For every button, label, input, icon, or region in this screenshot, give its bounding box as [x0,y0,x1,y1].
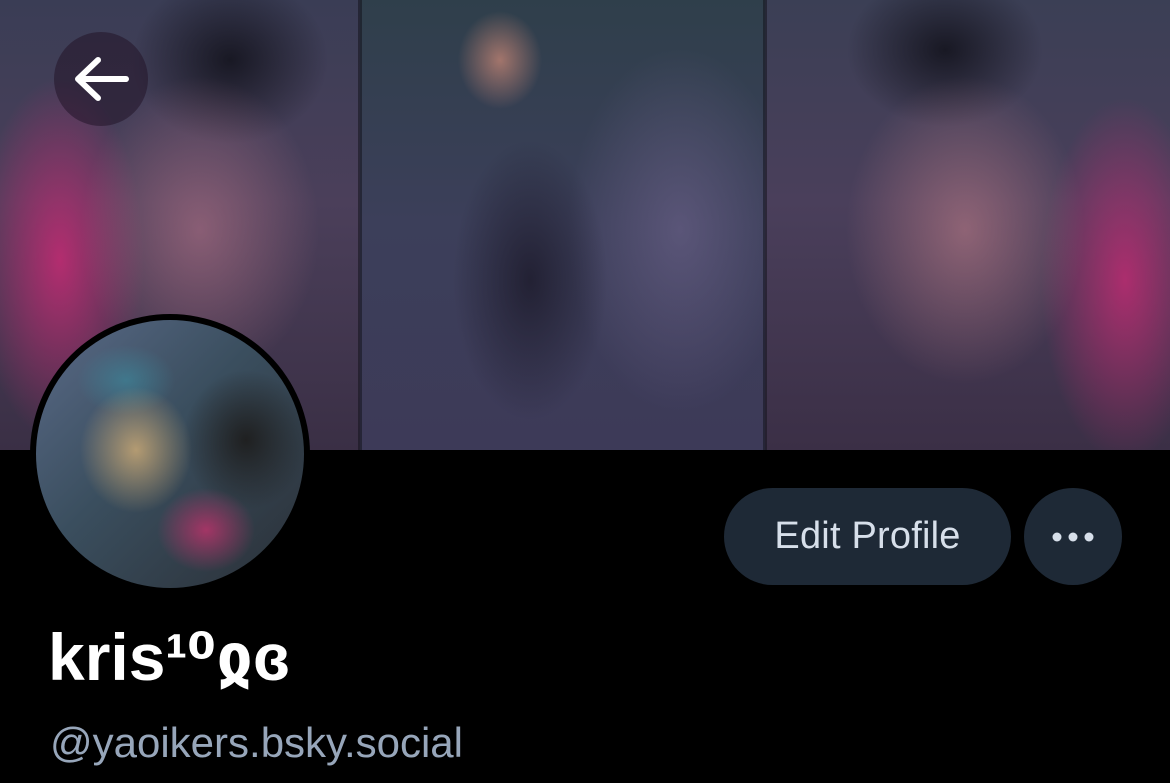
display-name: kris¹⁰ჲɞ [48,620,291,694]
avatar-image [36,320,304,588]
banner-divider [763,0,767,450]
banner-image-panel [360,0,765,450]
banner-image-panel [765,0,1170,450]
ellipsis-icon [1052,532,1094,541]
profile-screen: Edit Profile kris¹⁰ჲɞ @yaoikers.bsky.soc… [0,0,1170,783]
edit-profile-label: Edit Profile [774,515,961,557]
profile-handle: @yaoikers.bsky.social [50,719,463,766]
back-button[interactable] [54,32,148,126]
more-options-button[interactable] [1024,488,1122,585]
arrow-left-icon [75,57,129,101]
avatar[interactable] [30,314,310,594]
edit-profile-button[interactable]: Edit Profile [724,488,1011,585]
banner-divider [358,0,362,450]
